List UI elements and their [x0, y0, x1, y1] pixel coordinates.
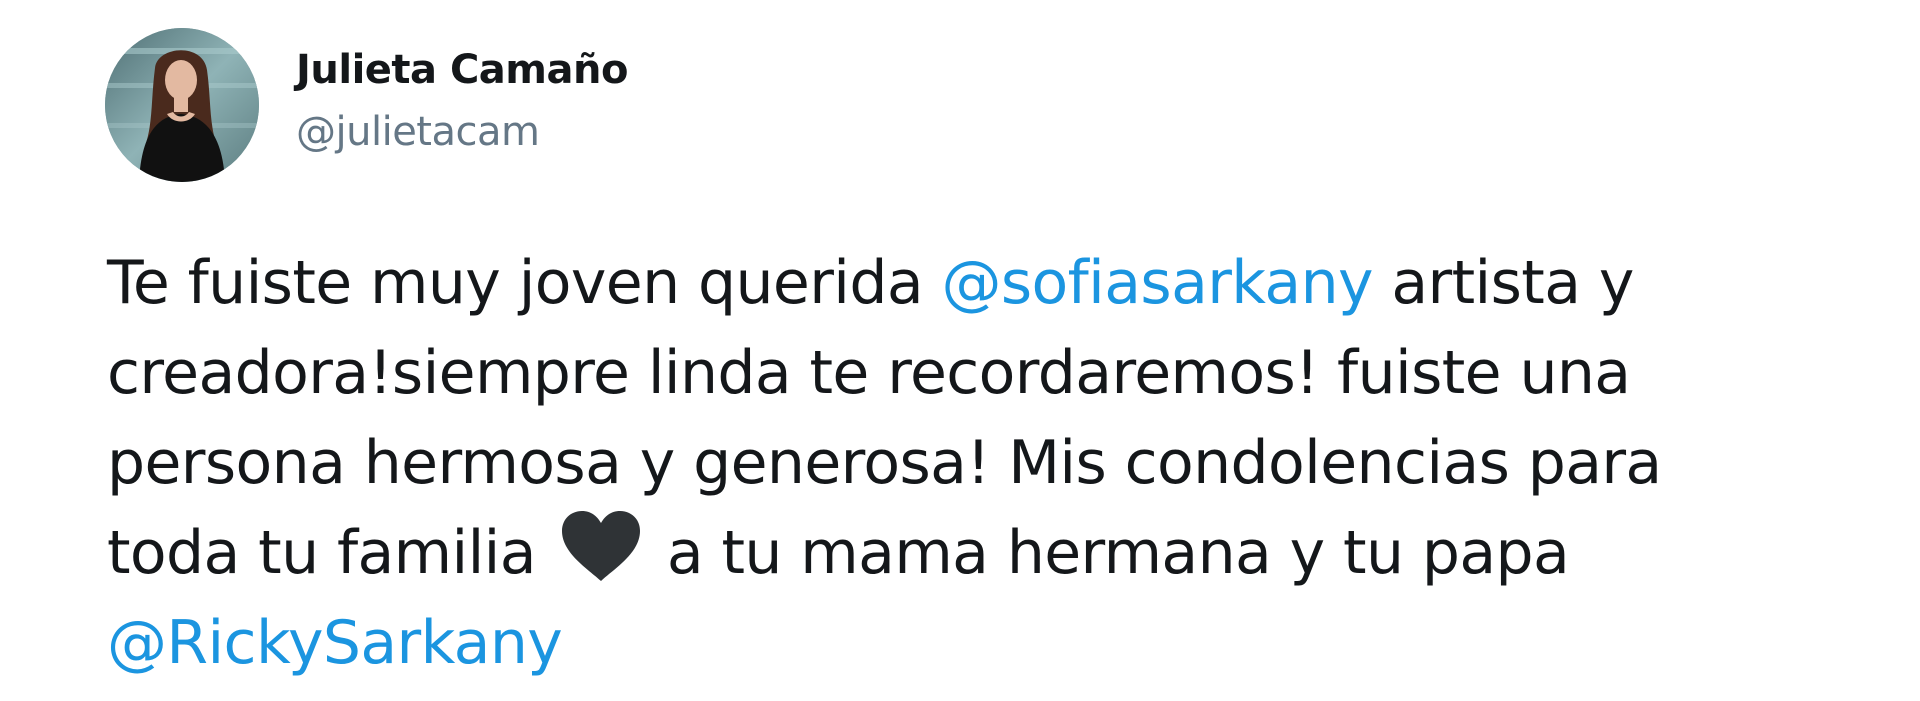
black-heart-icon: [558, 509, 644, 583]
tweet-line-5: @RickySarkany: [107, 598, 1897, 688]
author-handle[interactable]: @julietacam: [296, 106, 540, 158]
avatar[interactable]: [105, 28, 259, 182]
tweet-text-segment: artista y: [1372, 248, 1634, 318]
tweet-text-segment: toda tu familia: [107, 518, 555, 588]
avatar-photo: [105, 28, 259, 182]
tweet-text: Te fuiste muy joven querida @sofiasarkan…: [107, 238, 1897, 688]
tweet-card: Julieta Camaño @julietacam Te fuiste muy…: [0, 0, 1920, 701]
tweet-text-segment: a tu mama hermana y tu papa: [648, 518, 1570, 588]
tweet-line-2: creadora!siempre linda te recordaremos! …: [107, 338, 1631, 408]
tweet-line-4: toda tu familia a tu mama hermana y tu p…: [107, 508, 1897, 598]
tweet-line-3: persona hermosa y generosa! Mis condolen…: [107, 428, 1662, 498]
tweet-line-1: Te fuiste muy joven querida @sofiasarkan…: [107, 238, 1897, 328]
tweet-text-segment: Te fuiste muy joven querida: [107, 248, 942, 318]
mention-link-rickysarkany[interactable]: @RickySarkany: [107, 608, 563, 678]
author-display-name[interactable]: Julieta Camaño: [296, 44, 628, 96]
mention-link-sofiasarkany[interactable]: @sofiasarkany: [941, 248, 1373, 318]
